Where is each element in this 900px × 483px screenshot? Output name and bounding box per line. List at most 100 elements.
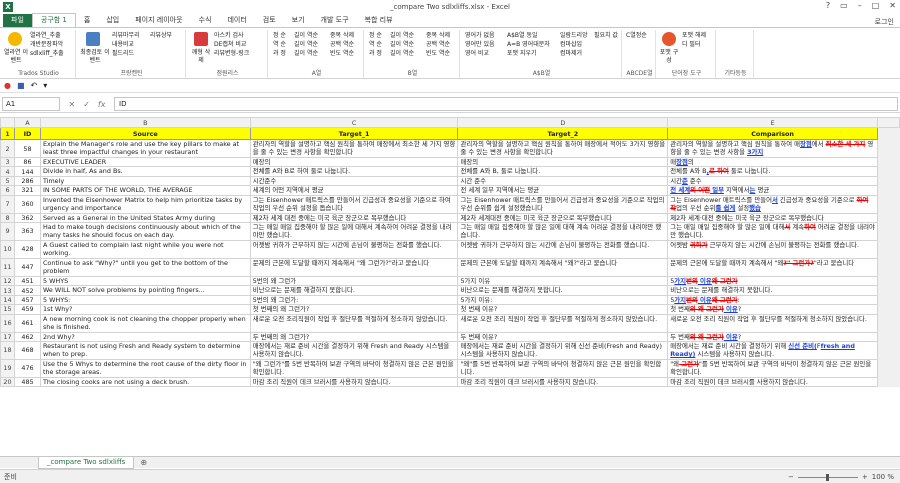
- id-cell[interactable]: 428: [13, 239, 41, 259]
- scroll-track[interactable]: [877, 240, 900, 259]
- source-cell[interactable]: Invented the Eisenhower Matrix to help h…: [39, 194, 251, 214]
- source-cell[interactable]: Served as a General in the United States…: [39, 212, 251, 223]
- ribbon-button[interactable]: 리뷰상부: [150, 32, 172, 40]
- target1-cell[interactable]: 첫 번째의 왜 그런가?: [249, 304, 459, 315]
- source-cell[interactable]: EXECUTIVE LEADER: [39, 156, 251, 168]
- ribbon-button[interactable]: 리뷰변형-링크: [214, 50, 249, 58]
- target2-cell[interactable]: 전 세계 일부 지역에서는 평균: [457, 185, 669, 196]
- undo-icon[interactable]: ↶: [31, 81, 38, 90]
- sign-in-link[interactable]: 로그인: [875, 17, 894, 27]
- target1-cell[interactable]: 비난으로는 문제를 해결하지 못합니다.: [249, 285, 459, 296]
- target1-cell[interactable]: 두 번째의 왜 그런가?: [249, 331, 459, 342]
- row-header[interactable]: 20: [0, 376, 15, 388]
- scroll-track[interactable]: [877, 166, 900, 177]
- target1-cell[interactable]: 마감 조리 직원이 데크 브러시를 사용하지 않습니다.: [249, 376, 459, 388]
- zoom-level[interactable]: 100 %: [872, 473, 894, 481]
- id-cell[interactable]: 321: [13, 185, 41, 196]
- target1-cell[interactable]: 5번의 왜 그런가: [249, 275, 459, 287]
- ribbon-button[interactable]: 개반문장파악: [30, 41, 63, 49]
- header-target1-cell[interactable]: Target_1: [249, 127, 459, 140]
- scroll-track[interactable]: [877, 332, 900, 342]
- scroll-track[interactable]: [877, 127, 900, 140]
- id-cell[interactable]: 461: [13, 313, 41, 333]
- scroll-track[interactable]: [877, 341, 900, 360]
- scroll-track[interactable]: [877, 139, 900, 158]
- row-header[interactable]: 17: [0, 331, 15, 342]
- scroll-track[interactable]: [877, 213, 900, 223]
- id-cell[interactable]: 468: [13, 340, 41, 360]
- id-cell[interactable]: 462: [13, 331, 41, 342]
- ribbon-button[interactable]: 길이 역순: [294, 41, 318, 49]
- id-cell[interactable]: 362: [13, 212, 41, 223]
- comparison-cell[interactable]: 첫 번째의 왜 그런가 이유?: [667, 304, 878, 315]
- id-cell[interactable]: 363: [13, 221, 41, 241]
- source-cell[interactable]: Restaurant is not using Fresh and Ready …: [39, 340, 251, 360]
- row-header[interactable]: 18: [0, 340, 15, 360]
- ribbon-button[interactable]: 영어만 있음: [465, 41, 495, 49]
- row-header[interactable]: 12: [0, 275, 15, 287]
- target2-cell[interactable]: 비난으로는 문제를 해결하지 못합니다.: [457, 285, 669, 296]
- tab-toolbox-1[interactable]: 공구함 1: [31, 13, 76, 27]
- ribbon-button[interactable]: 길이 역순: [390, 41, 414, 49]
- ribbon-button[interactable]: 포맷 해제: [682, 32, 706, 40]
- maximize-icon[interactable]: □: [872, 1, 880, 10]
- tab-page-layout[interactable]: 페이지 레이아웃: [127, 14, 190, 27]
- ribbon-display-icon[interactable]: ▭: [840, 1, 848, 10]
- ribbon-button[interactable]: 공백 역순: [426, 41, 450, 49]
- scroll-track[interactable]: [877, 185, 900, 196]
- header-comparison-cell[interactable]: Comparison: [667, 127, 878, 140]
- ribbon-button[interactable]: 길이 역순: [294, 50, 318, 58]
- ribbon-button[interactable]: 포맷 지우기: [507, 50, 537, 58]
- tab-view[interactable]: 보기: [284, 14, 313, 27]
- ribbon-button[interactable]: 열라연_추출: [30, 32, 61, 40]
- open-event-button[interactable]: 열라연 이벤트: [3, 49, 29, 65]
- target2-cell[interactable]: 관리자의 역할을 설명하고 핵심 원칙을 통하여 매장에서 적어도 3가지 영향…: [457, 139, 669, 158]
- id-cell[interactable]: 485: [13, 376, 41, 388]
- comparison-cell[interactable]: 매장에서는 재료 준비 시간을 결정하기 위해 신선 준비(Ffresh and…: [667, 340, 878, 360]
- add-sheet-icon[interactable]: ⊕: [140, 458, 147, 467]
- ribbon-button[interactable]: 컴마삽입: [560, 41, 582, 49]
- final-review-button[interactable]: 최종검토 이벤트: [80, 49, 110, 65]
- target2-cell[interactable]: 전체를 A와 B, 둘로 나눕니다.: [457, 166, 669, 177]
- formula-input[interactable]: ID: [114, 97, 898, 111]
- tab-formulas[interactable]: 수식: [191, 14, 220, 27]
- target1-cell[interactable]: 제2차 세계 대전 중에는 미국 육군 장군으로 복무했습니다: [249, 212, 459, 223]
- ribbon-button[interactable]: 영어 비교: [465, 50, 489, 58]
- source-cell[interactable]: Continue to ask "Why?" until you get to …: [39, 257, 251, 277]
- save-icon[interactable]: ■: [17, 81, 25, 90]
- source-cell[interactable]: 2nd Why?: [39, 331, 251, 342]
- source-cell[interactable]: Divide in half, As and Bs.: [39, 166, 251, 177]
- row-header[interactable]: 8: [0, 212, 15, 223]
- source-cell[interactable]: Use the 5 Whys to determine the root cau…: [39, 358, 251, 378]
- row-header[interactable]: 5: [0, 175, 15, 187]
- target2-cell[interactable]: 그는 매일 매일 집중해야 할 많은 일에 대해 계속 어려운 결정을 내려야만…: [457, 221, 669, 241]
- comparison-cell[interactable]: "왜 그런가"를 5번 반복하여 보관 구역의 바닥이 청결하지 않은 근본 원…: [667, 358, 878, 378]
- column-header[interactable]: E: [667, 117, 878, 128]
- id-cell[interactable]: 286: [13, 175, 41, 187]
- scroll-track[interactable]: [877, 304, 900, 315]
- help-icon[interactable]: ?: [826, 1, 830, 10]
- format-compose-button[interactable]: 포맷 구성: [658, 49, 680, 65]
- ribbon-button[interactable]: 중복 삭제: [426, 32, 450, 40]
- cancel-icon[interactable]: ✕: [69, 100, 76, 109]
- id-cell[interactable]: 457: [13, 294, 41, 306]
- row-header[interactable]: 11: [0, 257, 15, 277]
- id-cell[interactable]: 447: [13, 257, 41, 277]
- zoom-slider[interactable]: [797, 473, 858, 481]
- tab-file[interactable]: 파일: [3, 14, 32, 27]
- scroll-track[interactable]: [877, 176, 900, 186]
- column-header[interactable]: B: [39, 117, 251, 128]
- target2-cell[interactable]: "왜"를 5번 반복하여 보관 구역의 바닥이 청결하지 않은 근본 원인을 확…: [457, 358, 669, 378]
- source-cell[interactable]: 1st Why?: [39, 304, 251, 315]
- ribbon-button[interactable]: 빈도 역순: [330, 50, 354, 58]
- zoom-in-icon[interactable]: +: [862, 473, 868, 481]
- function-icon[interactable]: fx: [98, 100, 106, 109]
- ribbon-button[interactable]: C열정순: [626, 32, 647, 40]
- source-cell[interactable]: 5 WHYS:: [39, 294, 251, 306]
- id-cell[interactable]: 86: [13, 156, 41, 168]
- source-cell[interactable]: Explain the Manager's role and use the k…: [39, 139, 251, 158]
- row-header[interactable]: 16: [0, 313, 15, 333]
- ribbon-button[interactable]: 역 순: [369, 41, 382, 49]
- ribbon-button[interactable]: 필요치 값: [594, 32, 618, 40]
- source-cell[interactable]: Timely: [39, 175, 251, 187]
